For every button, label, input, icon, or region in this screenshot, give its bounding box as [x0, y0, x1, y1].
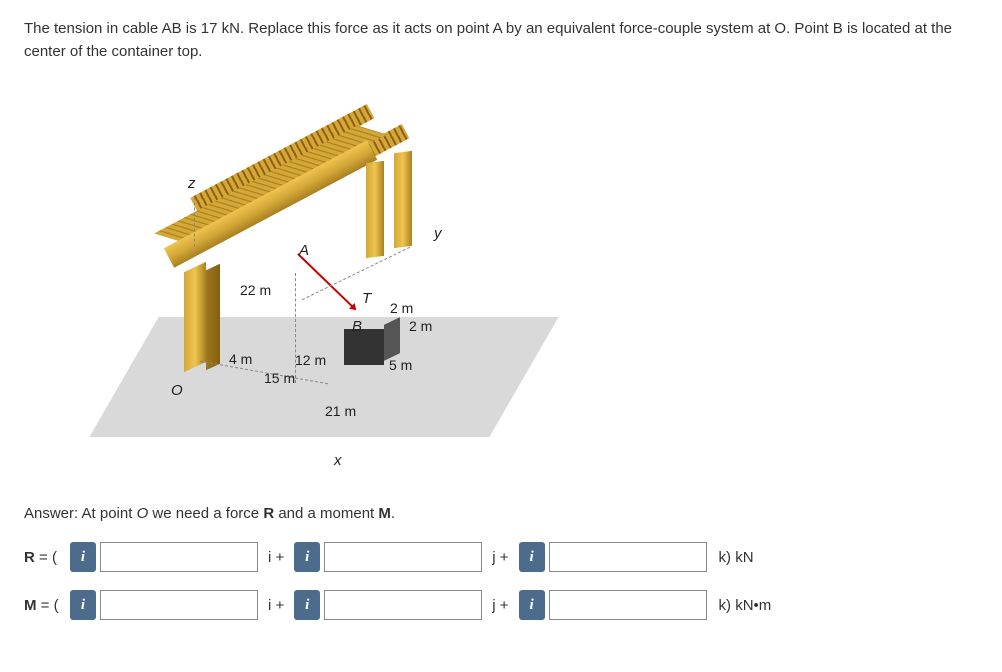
input-R-i[interactable] [100, 542, 258, 572]
input-M-j[interactable] [324, 590, 482, 620]
input-M-k[interactable] [549, 590, 707, 620]
info-button[interactable]: i [294, 590, 320, 620]
answer-row-M: M = ( i i + i j + i k) kN•m [24, 590, 978, 620]
label-B: B [352, 318, 362, 335]
axis-z-dash [194, 197, 195, 247]
dim-12m: 12 m [295, 352, 326, 368]
op-j-plus: j + [486, 549, 514, 566]
dim-2m-a: 2 m [390, 300, 413, 316]
info-button[interactable]: i [70, 542, 96, 572]
dim-21m: 21 m [325, 403, 356, 419]
gantry-leg-left [184, 262, 206, 372]
op-i-plus: i + [262, 597, 290, 614]
label-x: x [334, 452, 342, 469]
info-button[interactable]: i [519, 542, 545, 572]
gantry-leg-right [394, 151, 412, 248]
info-button[interactable]: i [70, 590, 96, 620]
dim-22m: 22 m [240, 282, 271, 298]
row-label-M: M = ( [24, 597, 66, 614]
dim-5m: 5 m [389, 357, 412, 373]
label-A: A [299, 242, 309, 259]
info-button[interactable]: i [519, 590, 545, 620]
unit-M: k) kN•m [711, 597, 772, 614]
gantry-leg-left-side [206, 264, 220, 371]
op-j-plus: j + [486, 597, 514, 614]
cable-tension-vector [297, 253, 356, 310]
info-button[interactable]: i [294, 542, 320, 572]
dim-15m: 15 m [264, 370, 295, 386]
dim-4m: 4 m [229, 351, 252, 367]
row-label-R: R = ( [24, 549, 66, 566]
label-O: O [171, 382, 183, 399]
label-y: y [434, 225, 442, 242]
figure: z A y T B O x 22 m 4 m 12 m 15 m 21 m 2 … [64, 87, 544, 477]
input-R-j[interactable] [324, 542, 482, 572]
dim-2m-b: 2 m [409, 318, 432, 334]
answer-row-R: R = ( i i + i j + i k) kN [24, 542, 978, 572]
label-z: z [188, 175, 196, 192]
container [344, 329, 384, 365]
input-M-i[interactable] [100, 590, 258, 620]
unit-R: k) kN [711, 549, 754, 566]
problem-statement: The tension in cable AB is 17 kN. Replac… [24, 18, 978, 63]
answer-prompt: Answer: At point O we need a force R and… [24, 505, 978, 522]
input-R-k[interactable] [549, 542, 707, 572]
op-i-plus: i + [262, 549, 290, 566]
gantry-leg-right [366, 161, 384, 258]
label-T: T [362, 290, 371, 307]
ground-plane [89, 317, 558, 437]
